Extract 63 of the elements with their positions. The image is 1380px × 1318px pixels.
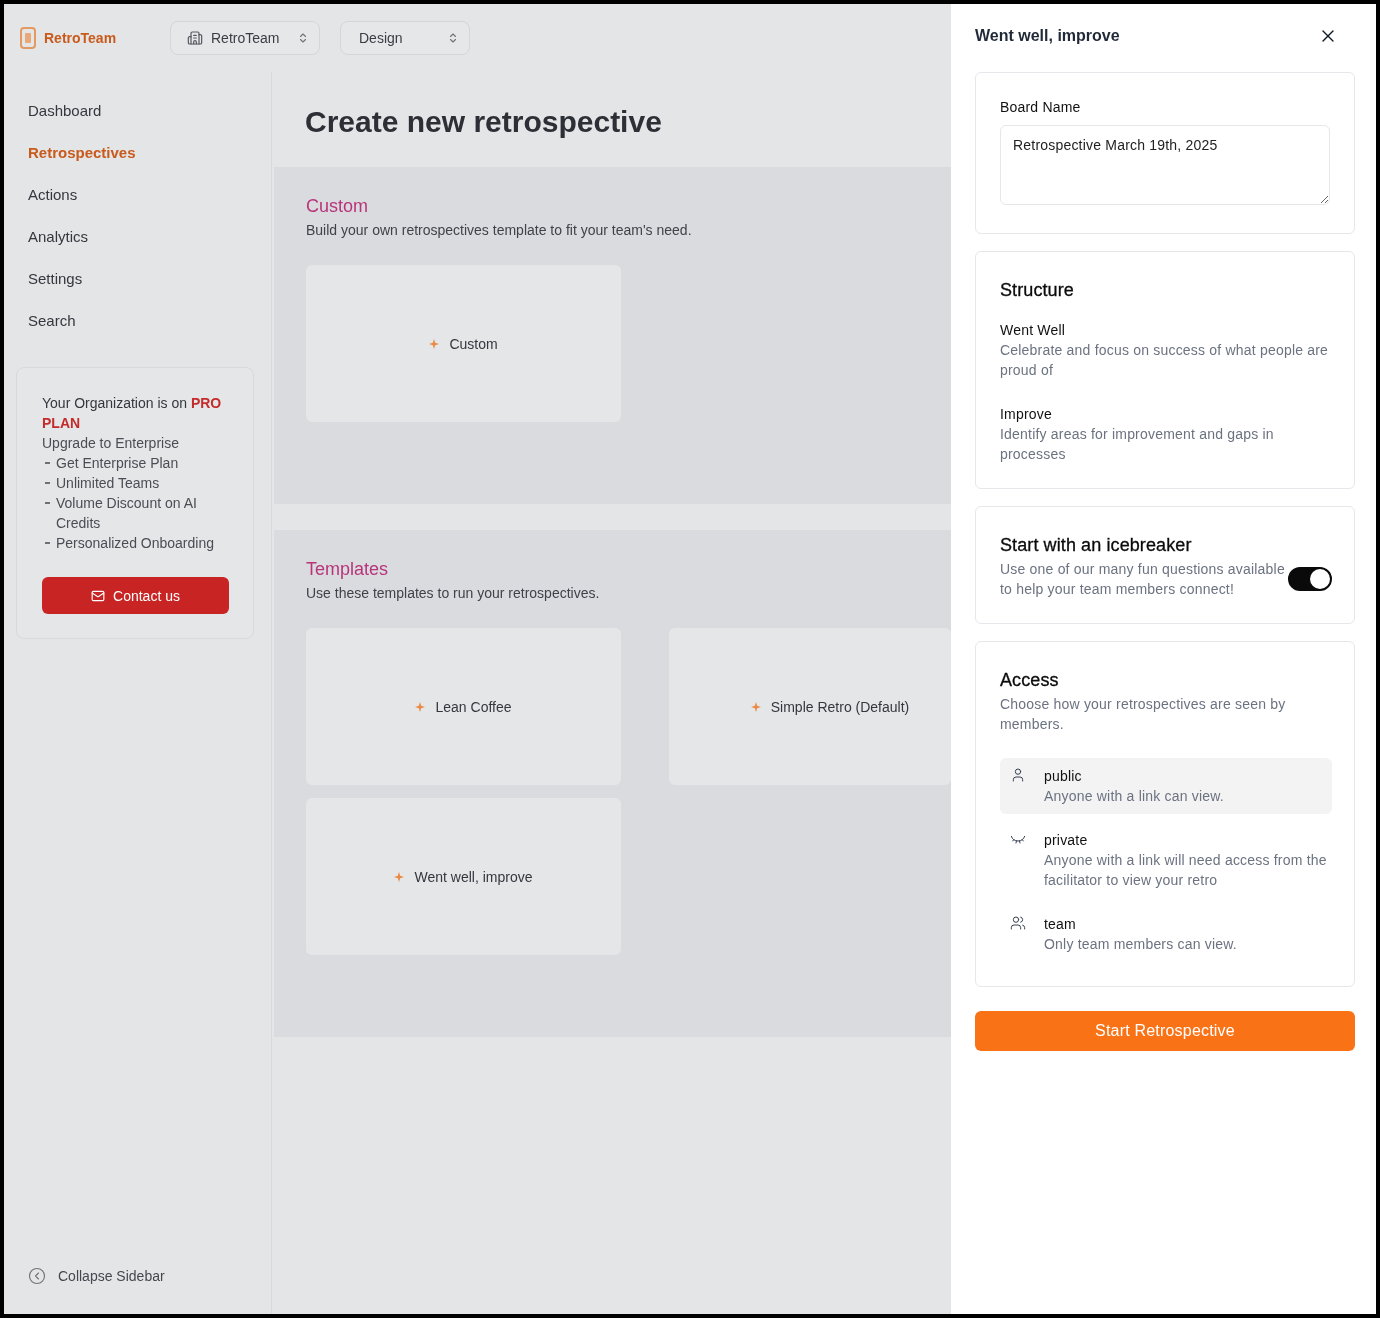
plan-text: Your Organization is on PRO PLAN bbox=[42, 394, 223, 433]
upgrade-subtitle: Upgrade to Enterprise bbox=[42, 434, 180, 453]
template-card[interactable]: Custom bbox=[306, 265, 621, 422]
sparkle-icon bbox=[415, 701, 426, 712]
sidebar-item[interactable]: Search bbox=[16, 299, 259, 341]
sidebar-item[interactable]: Dashboard bbox=[16, 89, 259, 131]
chevron-up-down-icon bbox=[447, 32, 459, 44]
template-card[interactable]: Simple Retro (Default) bbox=[669, 628, 951, 785]
logo-icon bbox=[20, 27, 36, 49]
column-description: Celebrate and focus on success of what people are proud of bbox=[1000, 341, 1330, 380]
collapse-sidebar-button[interactable]: Collapse Sidebar bbox=[16, 1266, 259, 1286]
access-option[interactable]: public Anyone with a link can view. bbox=[1000, 758, 1332, 814]
access-option[interactable]: team Only team members can view. bbox=[1000, 906, 1332, 962]
option-description: Anyone with a link will need access from the facilitator to view your retro bbox=[1044, 851, 1328, 890]
users-icon bbox=[1010, 915, 1026, 931]
column-description: Identify areas for improvement and gaps in processes bbox=[1000, 425, 1275, 464]
board-name-field[interactable]: Retrospective March 19th, 2025 bbox=[1000, 125, 1330, 205]
sidebar-item[interactable]: Actions bbox=[16, 173, 259, 215]
dash-icon bbox=[45, 542, 50, 544]
template-card[interactable]: Lean Coffee bbox=[306, 628, 621, 785]
sparkle-icon bbox=[750, 701, 761, 712]
option-name: public bbox=[1044, 767, 1083, 786]
feature-text: Get Enterprise Plan bbox=[56, 454, 179, 473]
chevron-up-down-icon bbox=[297, 32, 309, 44]
column-name: Went Well bbox=[1000, 321, 1067, 340]
sparkle-icon bbox=[394, 871, 405, 882]
circle-chevron-icon bbox=[28, 1267, 46, 1285]
breadcrumb-dropdown[interactable]: Design bbox=[340, 21, 470, 55]
feature-text: Personalized Onboarding bbox=[56, 534, 214, 553]
board-name-label: Board Name bbox=[1000, 98, 1082, 117]
structure-title: Structure bbox=[1000, 279, 1075, 302]
sparkle-icon bbox=[429, 338, 440, 349]
section-description: Use these templates to run your retrospectives. bbox=[306, 584, 601, 603]
option-name: team bbox=[1044, 915, 1077, 934]
logo-text: RetroTeam bbox=[44, 30, 117, 46]
feature-text: Volume Discount on AI Credits bbox=[56, 494, 198, 533]
dash-icon bbox=[45, 462, 50, 464]
feature-text: Unlimited Teams bbox=[56, 474, 160, 493]
breadcrumb-dropdown[interactable]: RetroTeam bbox=[170, 21, 320, 55]
section-title: Custom bbox=[306, 195, 369, 217]
icebreaker-title: Start with an icebreaker bbox=[1000, 534, 1193, 557]
column-name: Improve bbox=[1000, 405, 1053, 424]
user-icon bbox=[1010, 767, 1026, 783]
mail-icon bbox=[91, 588, 106, 603]
access-option[interactable]: private Anyone with a link will need access from the facilitator to view your retro bbox=[1000, 822, 1332, 898]
icebreaker-description: Use one of our many fun questions available to help your team members connect! bbox=[1000, 560, 1286, 599]
section-title: Templates bbox=[306, 558, 390, 580]
section-description: Build your own retrospectives template to fit your team's need. bbox=[306, 221, 693, 240]
sidebar-item[interactable]: Settings bbox=[16, 257, 259, 299]
dash-icon bbox=[45, 482, 50, 484]
access-description: Choose how your retrospectives are seen by members. bbox=[1000, 695, 1287, 734]
panel-title: Went well, improve bbox=[975, 27, 1120, 45]
page-title: Create new retrospective bbox=[305, 104, 663, 140]
contact-button[interactable]: Contact us bbox=[42, 577, 229, 614]
access-title: Access bbox=[1000, 669, 1060, 692]
dash-icon bbox=[45, 502, 50, 504]
building-icon bbox=[187, 30, 203, 46]
option-description: Anyone with a link can view. bbox=[1044, 787, 1224, 806]
toggle-switch[interactable] bbox=[1288, 567, 1332, 591]
option-description: Only team members can view. bbox=[1044, 935, 1237, 954]
option-name: private bbox=[1044, 831, 1089, 850]
sidebar-item[interactable]: Analytics bbox=[16, 215, 259, 257]
template-card[interactable]: Went well, improve bbox=[306, 798, 621, 955]
